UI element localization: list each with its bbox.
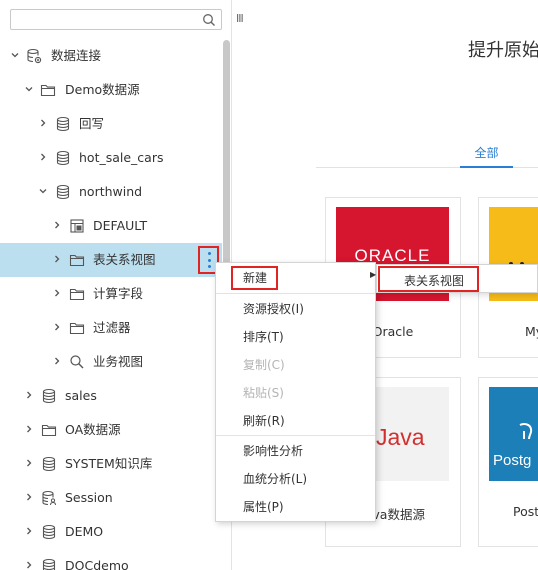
- database-icon: [42, 456, 56, 472]
- tree-item-label: northwind: [79, 184, 143, 199]
- postgres-logo-text: Postg: [493, 452, 532, 469]
- search-input[interactable]: [10, 9, 222, 30]
- chevron-right-icon[interactable]: [38, 118, 48, 128]
- tree-item-demo[interactable]: DEMO: [0, 515, 222, 549]
- menu-item-refresh[interactable]: 刷新(R): [243, 413, 285, 429]
- chevron-right-icon[interactable]: [24, 526, 34, 536]
- tree-item-label: 数据连接: [51, 48, 102, 63]
- menu-item-properties[interactable]: 属性(P): [243, 499, 284, 515]
- folder-icon: [40, 84, 56, 97]
- tree-item-data-connections[interactable]: 数据连接: [0, 39, 222, 73]
- java-logo-text: Java: [376, 424, 425, 450]
- database-connection-icon: [27, 48, 42, 64]
- menu-divider: [216, 293, 375, 294]
- tree-item-default-schema[interactable]: DEFAULT: [0, 209, 222, 243]
- context-menu: 新建 ▶ 资源授权(I) 排序(T) 复制(C) 粘贴(S) 刷新(R) 影响性…: [215, 262, 376, 522]
- tree-item-label: Session: [65, 490, 113, 505]
- tree-item-northwind[interactable]: northwind: [0, 175, 222, 209]
- folder-icon: [41, 424, 57, 437]
- chevron-right-icon[interactable]: [52, 220, 62, 230]
- tree-item-label: 过滤器: [93, 320, 131, 335]
- chevron-right-icon[interactable]: [24, 492, 34, 502]
- tree-item-filters[interactable]: 过滤器: [0, 311, 222, 345]
- menu-item-impact-analysis[interactable]: 影响性分析: [243, 443, 303, 459]
- tree-item-label: 计算字段: [93, 286, 144, 301]
- tree-item-sales[interactable]: sales: [0, 379, 222, 413]
- chevron-right-icon[interactable]: [52, 322, 62, 332]
- card-name: My: [525, 324, 538, 339]
- database-icon: [42, 524, 56, 540]
- new-submenu: 表关系视图: [376, 264, 538, 293]
- tree-item-label: OA数据源: [65, 422, 121, 437]
- tree-item-hot-sale-cars[interactable]: hot_sale_cars: [0, 141, 222, 175]
- tree-item-system-knowledge-base[interactable]: SYSTEM知识库: [0, 447, 222, 481]
- menu-item-new[interactable]: 新建: [243, 270, 267, 286]
- chevron-right-icon[interactable]: [24, 458, 34, 468]
- tree-item-calculated-fields[interactable]: 计算字段: [0, 277, 222, 311]
- tree-item-label: 回写: [79, 116, 105, 131]
- database-icon: [56, 116, 70, 132]
- chevron-down-icon[interactable]: [38, 186, 48, 196]
- chevron-right-icon[interactable]: [38, 152, 48, 162]
- database-icon: [42, 558, 56, 570]
- chevron-down-icon[interactable]: [24, 84, 34, 94]
- schema-table-icon: [70, 219, 84, 233]
- chevron-right-icon[interactable]: [52, 356, 62, 366]
- database-user-icon: [42, 490, 56, 506]
- tree-item-writeback[interactable]: 回写: [0, 107, 222, 141]
- elephant-icon: [519, 423, 533, 440]
- database-icon: [56, 150, 70, 166]
- panel-resize-handle[interactable]: III: [236, 12, 244, 25]
- tree-item-label: DEFAULT: [93, 218, 148, 233]
- tree-item-label: hot_sale_cars: [79, 150, 164, 165]
- tree-item-label: Demo数据源: [65, 82, 140, 97]
- folder-icon: [69, 288, 85, 301]
- postgres-logo: Postg: [489, 387, 538, 481]
- tree-item-table-relation-view[interactable]: 表关系视图: [0, 243, 222, 277]
- tree-item-session[interactable]: Session: [0, 481, 222, 515]
- database-icon: [56, 184, 70, 200]
- chevron-right-icon[interactable]: [24, 390, 34, 400]
- resource-tree-panel: 数据连接 Demo数据源 回写 hot_sale_cars northwind …: [0, 0, 232, 570]
- menu-item-resource-authorization[interactable]: 资源授权(I): [243, 301, 304, 317]
- menu-item-lineage-analysis[interactable]: 血统分析(L): [243, 471, 307, 487]
- tree-item-label: sales: [65, 388, 97, 403]
- folder-icon: [69, 254, 85, 267]
- tree-item-label: 业务视图: [93, 354, 144, 369]
- submenu-item-table-relation-view[interactable]: 表关系视图: [404, 272, 464, 289]
- datasource-card-postgres[interactable]: Postg Poste: [478, 377, 538, 547]
- tree-item-business-view[interactable]: 业务视图: [0, 345, 222, 379]
- menu-item-paste[interactable]: 粘贴(S): [243, 385, 284, 401]
- tree-item-label: DEMO: [65, 524, 104, 539]
- chevron-down-icon[interactable]: [10, 50, 20, 60]
- folder-icon: [69, 322, 85, 335]
- chevron-right-icon[interactable]: [24, 424, 34, 434]
- database-icon: [42, 388, 56, 404]
- chevron-right-icon[interactable]: [24, 560, 34, 570]
- tab-all[interactable]: 全部: [460, 144, 513, 168]
- menu-item-sort[interactable]: 排序(T): [243, 329, 284, 345]
- tree-item-label: 表关系视图: [93, 252, 156, 267]
- menu-item-copy[interactable]: 复制(C): [243, 357, 285, 373]
- tree-item-label: DOCdemo: [65, 558, 129, 570]
- menu-divider: [216, 435, 375, 436]
- search-icon[interactable]: [202, 13, 216, 27]
- card-name: Poste: [513, 504, 538, 519]
- search-icon: [70, 355, 84, 369]
- tree-item-label: SYSTEM知识库: [65, 456, 153, 471]
- tree-item-oa-datasource[interactable]: OA数据源: [0, 413, 222, 447]
- chevron-right-icon[interactable]: [52, 288, 62, 298]
- tree-scrollbar[interactable]: [223, 40, 230, 270]
- chevron-right-icon[interactable]: [52, 254, 62, 264]
- tree-item-demo-datasource[interactable]: Demo数据源: [0, 73, 222, 107]
- page-title: 提升原始: [468, 40, 538, 61]
- tree-item-docdemo[interactable]: DOCdemo: [0, 549, 222, 570]
